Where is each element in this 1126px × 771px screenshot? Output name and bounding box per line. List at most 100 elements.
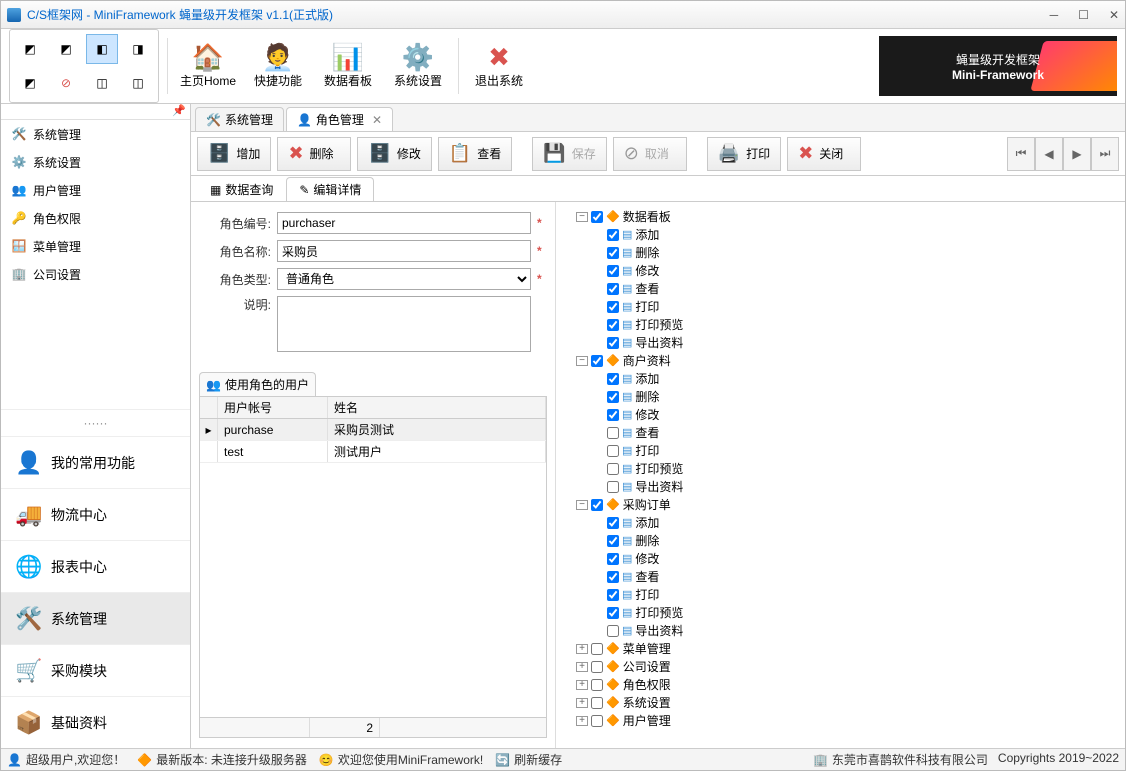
quick-btn-1[interactable]: ◩ [14,34,46,64]
perm-icon: ▤ [622,568,632,586]
group-checkbox[interactable] [591,643,603,655]
group-checkbox[interactable] [591,715,603,727]
perm-label: 打印 [635,586,659,604]
rolecode-input[interactable] [277,212,531,234]
sidebar-item-5[interactable]: 🏢公司设置 [1,260,190,288]
close-button[interactable]: ✖关闭 [787,137,861,171]
perm-label: 删除 [635,532,659,550]
perm-checkbox[interactable] [607,625,619,637]
tree-toggle[interactable]: − [576,212,588,222]
tab-close-icon[interactable]: ✕ [372,113,382,127]
quick-btn-5[interactable]: ◩ [14,68,46,98]
doctab-1[interactable]: 👤角色管理✕ [286,107,393,131]
tree-toggle[interactable]: + [576,716,588,726]
group-checkbox[interactable] [591,679,603,691]
col-name[interactable]: 姓名 [328,397,546,418]
perm-checkbox[interactable] [607,373,619,385]
perm-checkbox[interactable] [607,337,619,349]
perm-checkbox[interactable] [607,517,619,529]
tree-toggle[interactable]: + [576,680,588,690]
subtab-dataquery[interactable]: ▦数据查询 [197,177,286,201]
perm-checkbox[interactable] [607,283,619,295]
roletype-select[interactable]: 普通角色 [277,268,531,290]
perm-checkbox[interactable] [607,409,619,421]
perm-checkbox[interactable] [607,445,619,457]
sidebar-item-1[interactable]: ⚙️系统设置 [1,148,190,176]
perm-checkbox[interactable] [607,553,619,565]
ribbon-dashboard[interactable]: 📊数据看板 [316,34,380,98]
perm-checkbox[interactable] [607,607,619,619]
nav-prev[interactable]: ◀ [1035,137,1063,171]
quick-btn-4[interactable]: ◨ [122,34,154,64]
tree-toggle[interactable]: + [576,698,588,708]
tree-toggle[interactable]: + [576,662,588,672]
perm-checkbox[interactable] [607,319,619,331]
group-checkbox[interactable] [591,355,603,367]
tree-toggle[interactable]: − [576,356,588,366]
rolename-input[interactable] [277,240,531,262]
perm-checkbox[interactable] [607,391,619,403]
perm-checkbox[interactable] [607,427,619,439]
cancel-button[interactable]: ⊘取消 [613,137,687,171]
quick-btn-8[interactable]: ◫ [122,68,154,98]
tree-toggle[interactable]: − [576,500,588,510]
col-account[interactable]: 用户帐号 [218,397,328,418]
module-4[interactable]: 🛒采购模块 [1,644,190,696]
group-checkbox[interactable] [591,499,603,511]
nav-last[interactable]: ⏭ [1091,137,1119,171]
perm-checkbox[interactable] [607,265,619,277]
ribbon-settings[interactable]: ⚙️系统设置 [386,34,450,98]
perm-checkbox[interactable] [607,535,619,547]
maximize-button[interactable]: ☐ [1078,8,1089,22]
tree-toggle[interactable]: + [576,644,588,654]
group-checkbox[interactable] [591,211,603,223]
nav-first[interactable]: ⏮ [1007,137,1035,171]
table-row[interactable]: test测试用户 [200,441,546,463]
add-button[interactable]: 🗄️增加 [197,137,271,171]
perm-checkbox[interactable] [607,589,619,601]
doctab-0[interactable]: 🛠️系统管理 [195,107,284,131]
module-0[interactable]: 👤我的常用功能 [1,436,190,488]
module-3[interactable]: 🛠️系统管理 [1,592,190,644]
edit-button[interactable]: 🗄️修改 [357,137,431,171]
minimize-button[interactable]: ─ [1050,8,1059,22]
left-navigation: 📌 🛠️系统管理⚙️系统设置👥用户管理🔑角色权限🪟菜单管理🏢公司设置 ·····… [1,104,191,748]
nav-next[interactable]: ▶ [1063,137,1091,171]
table-row[interactable]: ▸purchase采购员测试 [200,419,546,441]
module-2[interactable]: 🌐报表中心 [1,540,190,592]
desc-textarea[interactable] [277,296,531,352]
perm-checkbox[interactable] [607,571,619,583]
module-1[interactable]: 🚚物流中心 [1,488,190,540]
perm-checkbox[interactable] [607,247,619,259]
save-button[interactable]: 💾保存 [532,137,606,171]
pin-icon[interactable]: 📌 [1,104,190,120]
sidebar-item-0[interactable]: 🛠️系统管理 [1,120,190,148]
group-checkbox[interactable] [591,661,603,673]
status-refresh[interactable]: 刷新缓存 [514,751,562,768]
perm-checkbox[interactable] [607,481,619,493]
sidebar-item-2[interactable]: 👥用户管理 [1,176,190,204]
quick-btn-2[interactable]: ◩ [50,34,82,64]
subtab-editdetail[interactable]: ✎编辑详情 [286,177,374,201]
permission-tree[interactable]: −🔶数据看板▤添加▤删除▤修改▤查看▤打印▤打印预览▤导出资料−🔶商户资料▤添加… [556,202,1125,748]
quick-btn-3[interactable]: ◧ [86,34,118,64]
perm-checkbox[interactable] [607,229,619,241]
sidebar-item-3[interactable]: 🔑角色权限 [1,204,190,232]
nav-icon: 🪟 [11,239,27,253]
print-button[interactable]: 🖨️打印 [707,137,781,171]
view-button[interactable]: 📋查看 [438,137,512,171]
quick-btn-7[interactable]: ◫ [86,68,118,98]
delete-button[interactable]: ✖删除 [277,137,351,171]
group-checkbox[interactable] [591,697,603,709]
close-window-button[interactable]: ✕ [1109,8,1119,22]
ribbon-home[interactable]: 🏠主页Home [176,34,240,98]
quick-btn-6[interactable]: ⊘ [50,68,82,98]
ribbon-quick[interactable]: 🧑‍💼快捷功能 [246,34,310,98]
ribbon-exit[interactable]: ✖退出系统 [467,34,531,98]
nav-icon: 🔑 [11,211,27,225]
refresh-icon[interactable]: 🔄 [495,753,510,767]
sidebar-item-4[interactable]: 🪟菜单管理 [1,232,190,260]
perm-checkbox[interactable] [607,463,619,475]
module-5[interactable]: 📦基础资料 [1,696,190,748]
perm-checkbox[interactable] [607,301,619,313]
